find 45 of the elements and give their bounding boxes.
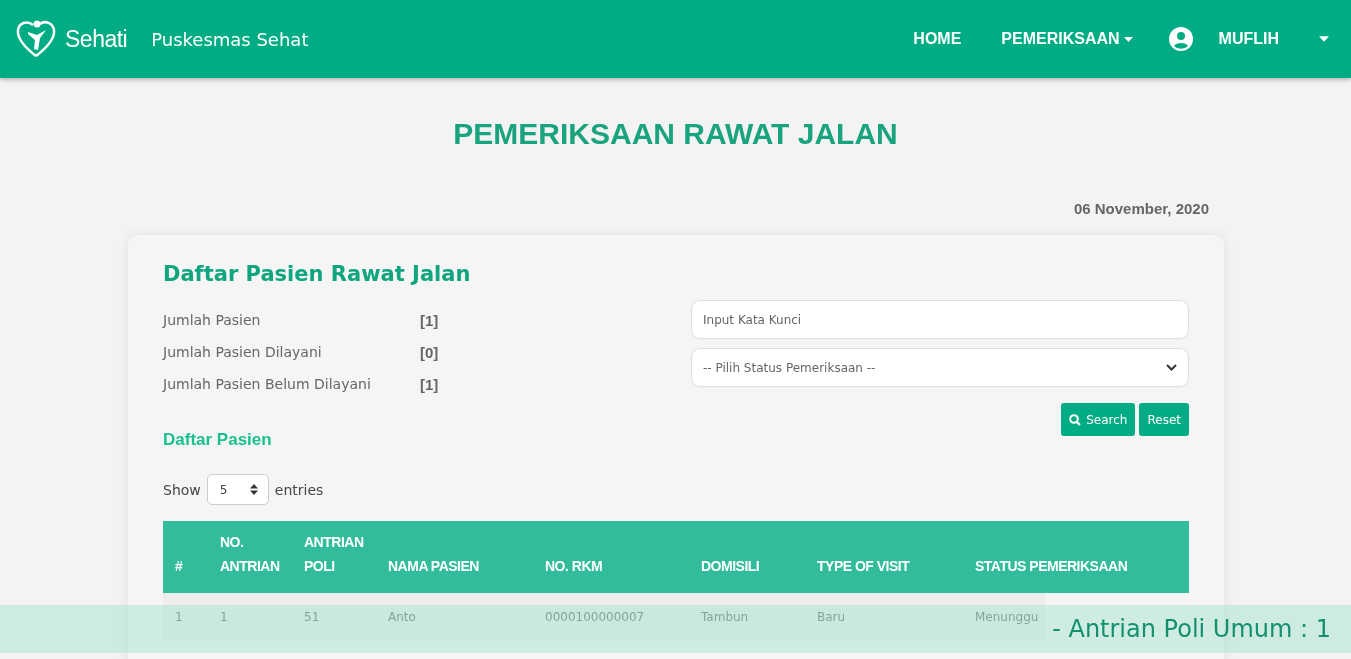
marquee-text: - Antrian Poli Umum : 1 (1052, 615, 1331, 643)
page-title: PEMERIKSAAN RAWAT JALAN (452, 118, 899, 150)
stat-value: [1] (420, 376, 440, 393)
search-button[interactable]: Search (1061, 403, 1136, 436)
table-cell: 0000100000007 (533, 593, 689, 641)
nav-link[interactable]: HOME (913, 30, 962, 48)
table-cell: Anto (376, 593, 533, 641)
stat-value: [0] (420, 344, 440, 361)
status-dropdown[interactable]: -- Pilih Status Pemeriksaan -- (691, 348, 1189, 387)
app-name: Puskesmas Sehat (151, 28, 309, 50)
reset-button[interactable]: Reset (1139, 403, 1189, 436)
show-label: Show (163, 481, 201, 498)
caret-icon[interactable] (1319, 36, 1329, 42)
section-title: Daftar Pasien (163, 430, 273, 450)
stat-label: Jumlah Pasien Dilayani (163, 344, 323, 361)
table-cell: Menunggu (963, 593, 1047, 641)
table-cell: 1 (163, 593, 208, 641)
user-avatar-icon[interactable] (1168, 27, 1193, 51)
table-cell: Tambun (689, 593, 805, 641)
table-cell: 51 (292, 593, 376, 641)
card-title: Daftar Pasien Rawat Jalan (163, 262, 472, 286)
table-cell: Baru (805, 593, 963, 641)
stat-label: Jumlah Pasien (163, 312, 262, 329)
search-field[interactable]: Input Kata Kunci (691, 300, 1189, 339)
column-header: NO. ANTRIAN (219, 533, 281, 576)
logo-text: Sehati (65, 25, 128, 53)
column-header: NAMA PASIEN (387, 557, 480, 576)
entries-label: entries (274, 481, 324, 498)
up-down-icon (249, 484, 258, 495)
search-icon (1069, 413, 1082, 426)
nav-link[interactable]: PEMERIKSAAN (1001, 30, 1133, 48)
table-cell: 1 (208, 593, 292, 641)
user-name[interactable]: MUFLIH (1218, 30, 1279, 48)
column-header: NO. RKM (544, 557, 604, 576)
column-header: STATUS PEMERIKSAAN (974, 557, 1129, 576)
column-header: # (174, 557, 184, 576)
entries-dropdown[interactable]: 5 (206, 474, 269, 505)
stat-value: [1] (420, 312, 440, 329)
chevron-down-icon (1166, 364, 1177, 371)
date-text: 06 November, 2020 (1072, 200, 1209, 217)
column-header: TYPE OF VISIT (816, 557, 911, 576)
column-header: ANTRIAN POLI (303, 533, 365, 576)
stat-label: Jumlah Pasien Belum Dilayani (163, 376, 372, 393)
logo-icon (15, 18, 57, 60)
column-header: DOMISILI (700, 557, 761, 576)
